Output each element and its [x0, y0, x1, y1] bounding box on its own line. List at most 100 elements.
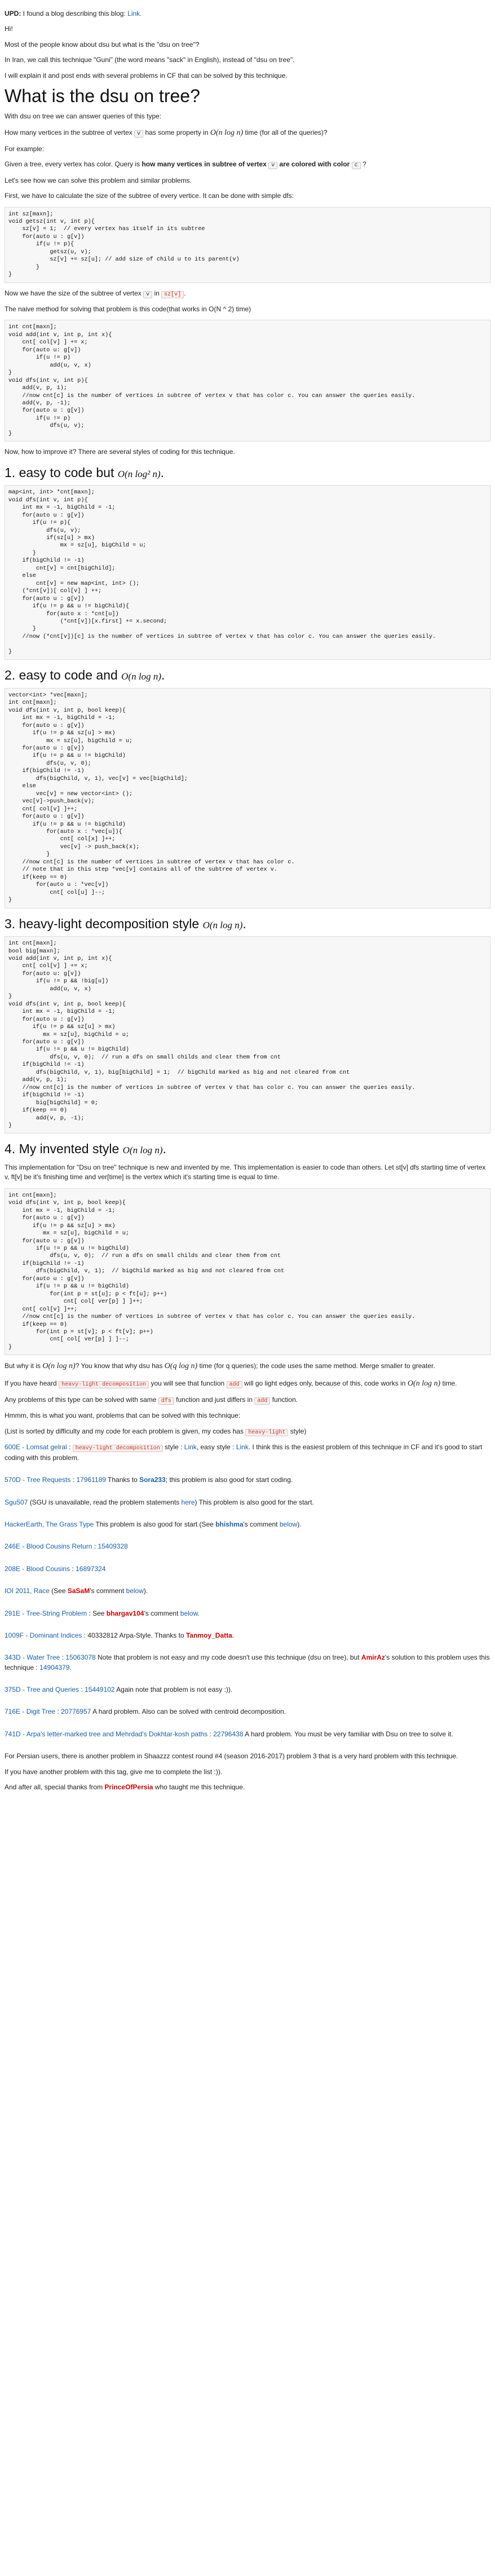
section-2-title: 2. easy to code and: [5, 668, 122, 683]
user-handle-link[interactable]: AmirAz: [361, 1653, 385, 1661]
why-math-2: O(q log n): [164, 1362, 198, 1371]
query-question: How many vertices in the subtree of vert…: [5, 127, 490, 139]
now-size-post: .: [184, 289, 186, 297]
problem-item: 246E - Blood Cousins Return : 15409328: [5, 1542, 490, 1551]
problem-link[interactable]: 291E - Tree-String Problem: [5, 1609, 87, 1617]
problem-text: (SGU is unavailable, read the problem st…: [28, 1498, 182, 1506]
section-4-description: This implementation for "Dsu on tree" te…: [5, 1163, 486, 1181]
problem-statement-link[interactable]: here: [182, 1498, 195, 1506]
problem-text: style :: [162, 1443, 184, 1452]
example-bold2: are colored with color: [277, 160, 352, 169]
any-post: function.: [270, 1395, 298, 1404]
problem-item: Sgu507 (SGU is unavailable, read the pro…: [5, 1498, 490, 1507]
problem-text: ; this problem is also good for start co…: [165, 1476, 293, 1484]
any-pre: Any problems of this type can be solved …: [5, 1395, 158, 1404]
section-4-post: .: [162, 1141, 166, 1157]
update-link[interactable]: Link.: [127, 10, 142, 17]
example-post: ?: [360, 160, 366, 169]
problem-solution-link[interactable]: 15449102: [85, 1686, 114, 1693]
problem-text: : See: [87, 1609, 107, 1617]
why-mid: ? You know that why dsu has: [75, 1362, 165, 1370]
section-2-post: .: [161, 668, 165, 683]
problem-item: 343D - Water Tree : 15063078 Note that p…: [5, 1653, 490, 1673]
problem-solution-link[interactable]: 15409328: [98, 1542, 127, 1550]
query-pre: How many vertices in the subtree of vert…: [5, 128, 135, 136]
user-handle-link[interactable]: PrinceOfPersia: [104, 1783, 153, 1791]
problem-list: 600E - Lomsat gelral : heavy-light decom…: [5, 1443, 490, 1739]
why-pre: But why it is: [5, 1362, 43, 1370]
hmm-text: Hmmm, this is what you want, problems th…: [5, 1411, 241, 1420]
problem-link[interactable]: 375D - Tree and Queries: [5, 1686, 79, 1693]
problem-solution-link[interactable]: 14904379: [39, 1664, 69, 1671]
problem-text: A hard problem. You must be very familia…: [243, 1730, 453, 1738]
problem-item: 208E - Blood Cousins : 16897324: [5, 1564, 490, 1574]
problem-text: This problem is also good for start (See: [94, 1520, 216, 1528]
problem-text: 's comment: [90, 1587, 126, 1595]
comment-link[interactable]: below: [180, 1609, 198, 1617]
problem-solution-link[interactable]: 20776957: [61, 1708, 91, 1715]
problem-text: :: [60, 1653, 66, 1662]
section-1-post: .: [160, 465, 165, 480]
hld-pre: If you have heard: [5, 1379, 59, 1387]
section-1-heading: 1. easy to code but O(n log² n).: [5, 465, 490, 481]
problem-text: :: [70, 1564, 76, 1573]
section-3-math: O(n log n): [202, 919, 243, 930]
first-calc: First, we have to calculate the size of …: [5, 192, 294, 200]
problem-link[interactable]: IOI 2011, Race: [5, 1587, 50, 1595]
any-mid: function and just differs in: [174, 1395, 255, 1404]
query-mid: has some property in: [143, 128, 210, 136]
problem-solution-link[interactable]: Link: [236, 1443, 249, 1451]
thanks-pre: And after all, special thanks from: [5, 1783, 105, 1792]
user-handle-link[interactable]: bhishma: [215, 1520, 243, 1528]
comment-link[interactable]: below: [126, 1587, 144, 1595]
problem-link[interactable]: Sgu507: [5, 1498, 28, 1506]
problem-text: 's comment: [144, 1609, 180, 1617]
hld-mid: you will see that function: [149, 1379, 227, 1387]
comment-link[interactable]: below: [280, 1520, 297, 1528]
problem-solution-link[interactable]: 16897324: [76, 1565, 105, 1573]
problem-text: Note that problem is not easy and my cod…: [95, 1653, 361, 1662]
update-text: I found a blog describing this blog:: [21, 10, 128, 17]
problem-link[interactable]: 741D - Arpa's letter-marked tree and Meh…: [5, 1730, 207, 1738]
page-title: What is the dsu on tree?: [5, 85, 200, 106]
problem-solution-link[interactable]: 22796438: [213, 1730, 243, 1738]
now-size-v: v: [143, 290, 153, 298]
user-handle-link[interactable]: Sora233: [139, 1476, 166, 1484]
problem-link[interactable]: HackerEarth, The Grass Type: [5, 1520, 94, 1528]
hld-math: O(n log n): [407, 1379, 441, 1388]
problem-link[interactable]: 246E - Blood Cousins Return: [5, 1542, 92, 1550]
problem-solution-link[interactable]: Link: [184, 1443, 197, 1451]
user-handle-link[interactable]: Tanmoy_Datta: [186, 1631, 232, 1639]
thanks-post: who taught me this technique.: [153, 1783, 245, 1792]
section-4-code-block: int cnt[maxn]; void dfs(int v, int p, bo…: [5, 1188, 490, 1356]
problem-solution-link[interactable]: 17961189: [76, 1476, 106, 1484]
update-label: UPD:: [5, 10, 21, 17]
problem-item: 375D - Tree and Queries : 15449102 Again…: [5, 1685, 490, 1695]
thanks-note: And after all, special thanks from Princ…: [5, 1783, 490, 1792]
now-size-mid: in: [152, 289, 162, 297]
problem-text: .: [69, 1663, 72, 1671]
problem-link[interactable]: 343D - Water Tree: [5, 1653, 60, 1661]
now-size-text: Now we have the size of the subtree of v…: [5, 289, 490, 299]
why-post: time (for q queries); the code uses the …: [197, 1362, 435, 1370]
answer-query-text: With dsu on tree we can answer queries o…: [5, 112, 162, 121]
problem-item: 291E - Tree-String Problem : See bhargav…: [5, 1609, 490, 1618]
persian-note: For Persian users, there is another prob…: [5, 1752, 458, 1761]
hld-post: time.: [440, 1379, 457, 1387]
hld-text: If you have heard heavy-light decomposit…: [5, 1378, 490, 1390]
section-1-math: O(n log² n): [117, 468, 161, 479]
problem-link[interactable]: 1009F - Dominant Indices: [5, 1631, 82, 1639]
problem-link[interactable]: 570D - Tree Requests: [5, 1476, 70, 1484]
naive-code-block: int cnt[maxn]; void add(int v, int p, in…: [5, 320, 490, 442]
example-v-code: v: [268, 162, 278, 170]
problem-text: .: [232, 1631, 235, 1639]
user-handle-link[interactable]: SaSaM: [68, 1587, 90, 1595]
another-note: If you have another problem with this ta…: [5, 1767, 223, 1776]
problem-link[interactable]: 600E - Lomsat gelral: [5, 1443, 67, 1451]
problem-link[interactable]: 208E - Blood Cousins: [5, 1565, 70, 1573]
problem-link[interactable]: 716E - Digit Tree: [5, 1708, 55, 1715]
problem-text: .: [197, 1609, 200, 1617]
problem-solution-link[interactable]: 15063078: [65, 1653, 95, 1661]
user-handle-link[interactable]: bhargav104: [107, 1609, 144, 1617]
problem-text: A hard problem. Also can be solved with …: [91, 1708, 286, 1716]
